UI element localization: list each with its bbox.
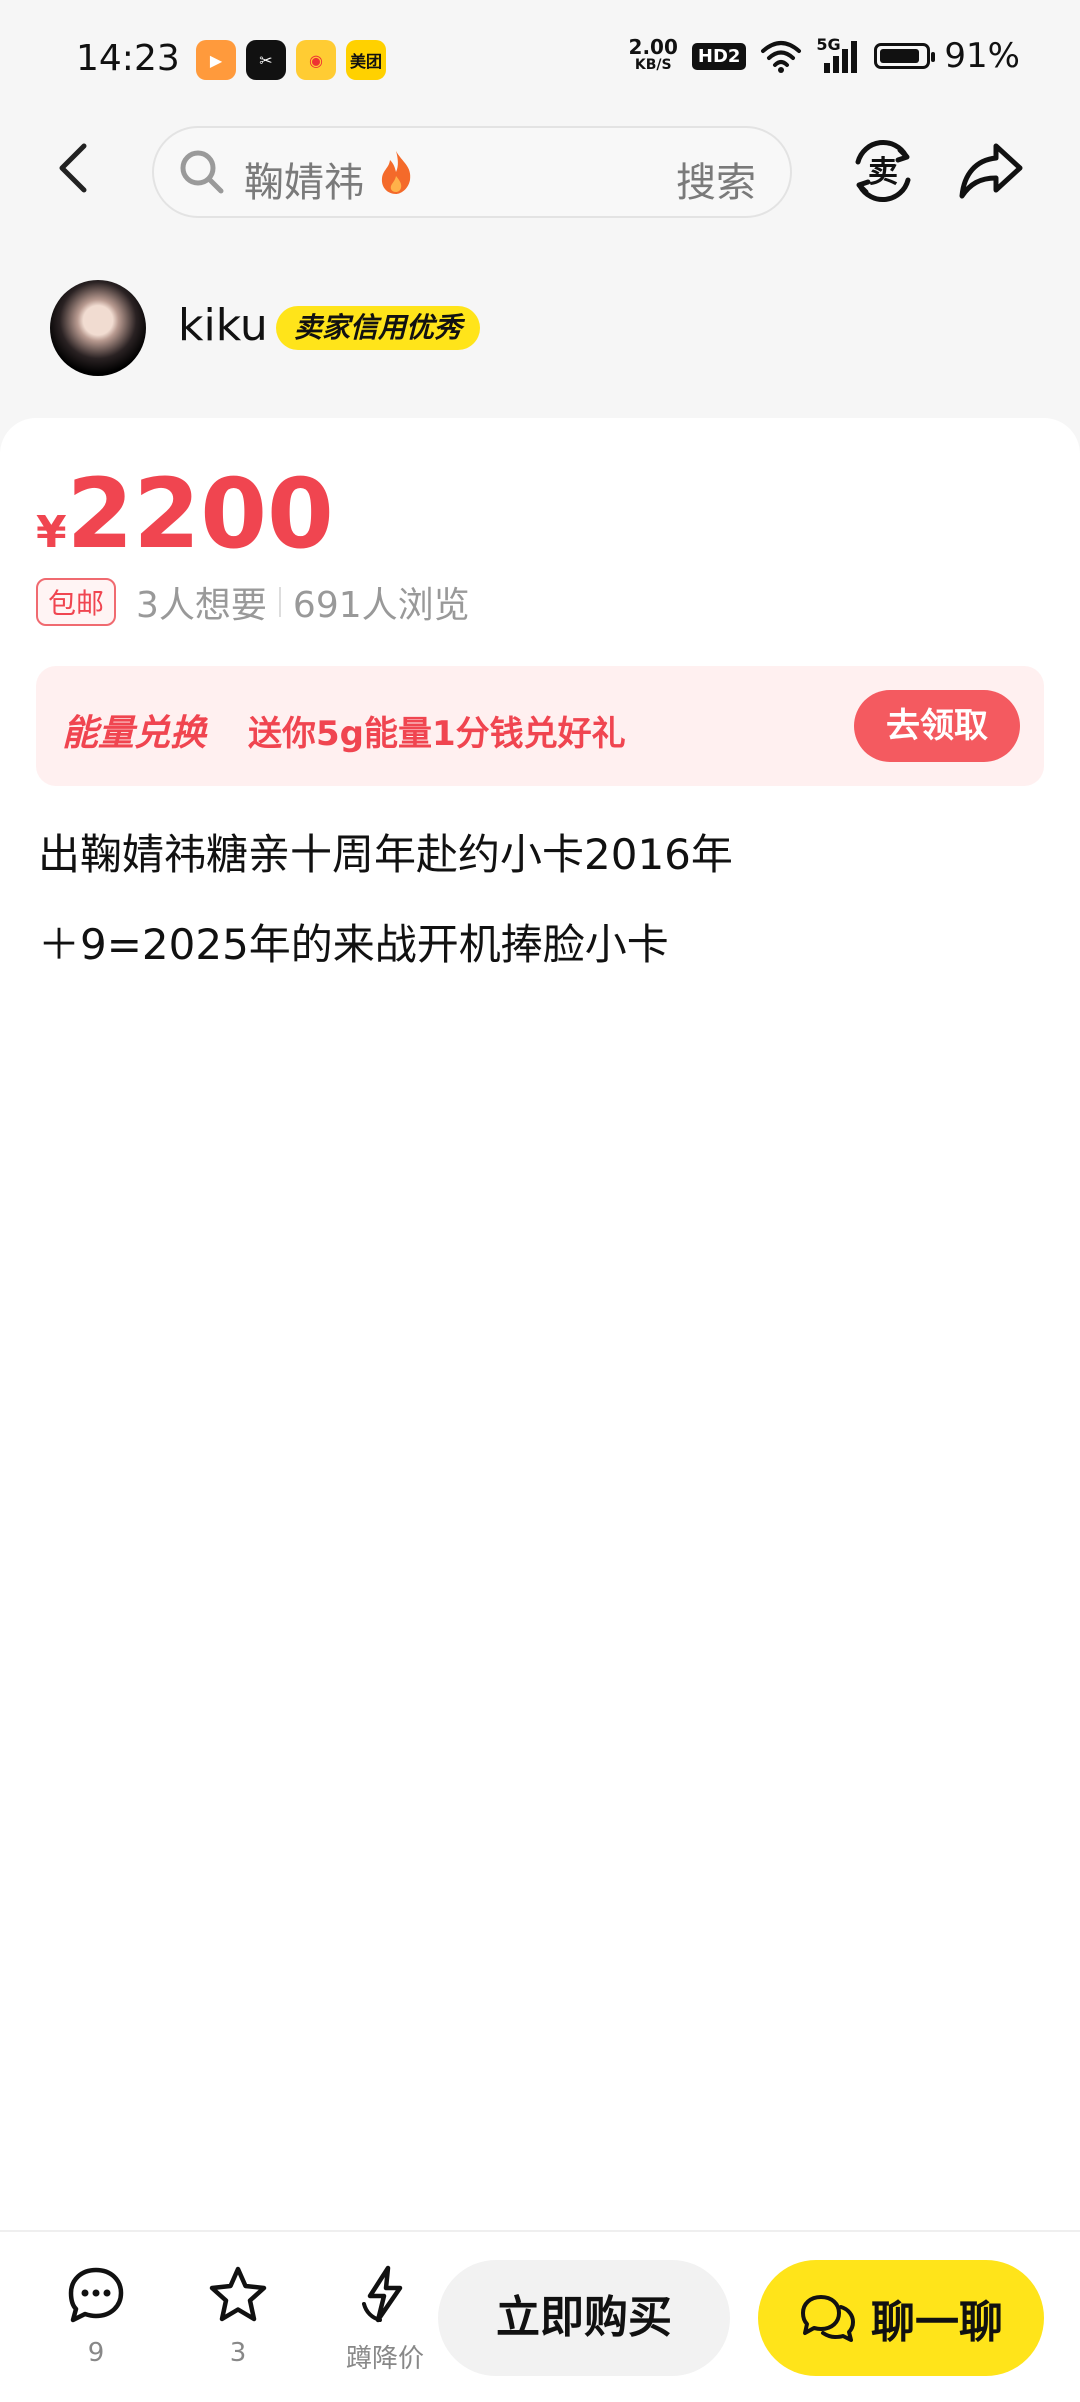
search-query-text: 鞠婧祎 — [244, 160, 364, 206]
sell-exchange-icon: 卖 — [855, 139, 911, 203]
battery-percent: 91% — [944, 36, 1020, 76]
seller-credit-badge[interactable]: 卖家信用优秀 — [276, 306, 481, 350]
favorites-count: 3 — [229, 2338, 247, 2368]
svg-text:卖: 卖 — [868, 155, 898, 190]
price-drop-label: 蹲降价 — [345, 2344, 424, 2374]
hd-voice-icon: HD2 — [691, 42, 747, 70]
search-button[interactable]: 搜索 — [676, 150, 756, 208]
sell-button[interactable]: 卖 — [850, 138, 916, 204]
claim-button[interactable]: 去领取 — [854, 690, 1020, 762]
views-count: 691人浏览 — [292, 585, 470, 626]
search-icon — [180, 150, 224, 194]
price-drop-lightning-icon — [362, 2265, 403, 2323]
share-button[interactable] — [958, 140, 1024, 202]
item-description: 出鞠婧祎糖亲十周年赴约小卡2016年 ＋9=2025年的来战开机捧脸小卡 — [38, 810, 733, 990]
seller-avatar[interactable] — [50, 280, 146, 376]
wants-count: 3人想要 — [136, 585, 267, 626]
meta-divider — [278, 587, 281, 617]
favorite-button[interactable]: 3 — [188, 2264, 288, 2368]
status-bar: 14:23 ▶ ✂ ◉ 美团 2.00 KB/S HD2 5G 91% — [0, 0, 1080, 120]
chat-bubbles-icon — [801, 2295, 855, 2342]
share-arrow-icon — [959, 143, 1023, 199]
meituan-app-icon: 美团 — [346, 40, 386, 80]
energy-title: 能量兑换 — [62, 713, 207, 754]
free-shipping-tag: 包邮 — [36, 578, 117, 626]
weibo-app-icon: ◉ — [296, 40, 336, 80]
status-indicators: 2.00 KB/S HD2 5G 91% — [628, 35, 1020, 76]
capcut-app-icon: ✂ — [246, 40, 286, 80]
price-drop-watch-button[interactable]: 蹲降价 — [332, 2264, 438, 2375]
item-meta-row: 包邮 3人想要 691人浏览 — [36, 576, 470, 628]
comments-count: 9 — [87, 2338, 105, 2368]
seller-name[interactable]: kiku — [178, 300, 268, 351]
status-time: 14:23 — [76, 38, 180, 79]
cellular-signal-icon: 5G — [816, 35, 860, 73]
fire-icon — [381, 151, 411, 194]
energy-description: 送你5g能量1分钱兑好礼 — [248, 714, 626, 754]
comment-bubble-icon — [68, 2267, 124, 2323]
item-detail-card: ¥2200 包邮 3人想要 691人浏览 能量兑换 送你5g能量1分钱兑好礼 去… — [0, 418, 1080, 2230]
video-app-icon: ▶ — [196, 40, 236, 80]
description-line: 出鞠婧祎糖亲十周年赴约小卡2016年 — [38, 830, 733, 879]
item-price: ¥2200 — [36, 458, 334, 570]
status-app-icons: ▶ ✂ ◉ 美团 — [196, 40, 386, 80]
back-button[interactable] — [54, 140, 104, 200]
chat-button[interactable]: 聊一聊 — [758, 2260, 1044, 2376]
chevron-left-icon — [59, 143, 87, 193]
bottom-action-bar: 9 3 蹲降价 立即购买 聊一聊 — [0, 2230, 1080, 2402]
energy-exchange-banner[interactable]: 能量兑换 送你5g能量1分钱兑好礼 去领取 — [36, 666, 1044, 786]
description-line: ＋9=2025年的来战开机捧脸小卡 — [38, 920, 669, 969]
currency-symbol: ¥ — [36, 507, 67, 558]
network-speed: 2.00 KB/S — [628, 35, 678, 73]
comments-button[interactable]: 9 — [46, 2264, 146, 2368]
battery-icon — [874, 43, 936, 69]
search-bar[interactable]: 鞠婧祎 搜索 — [152, 126, 792, 218]
buy-now-button[interactable]: 立即购买 — [438, 2260, 730, 2376]
chat-button-label: 聊一聊 — [871, 2297, 1003, 2348]
price-value: 2200 — [66, 458, 334, 570]
star-icon — [209, 2266, 267, 2322]
wifi-icon — [761, 41, 802, 73]
